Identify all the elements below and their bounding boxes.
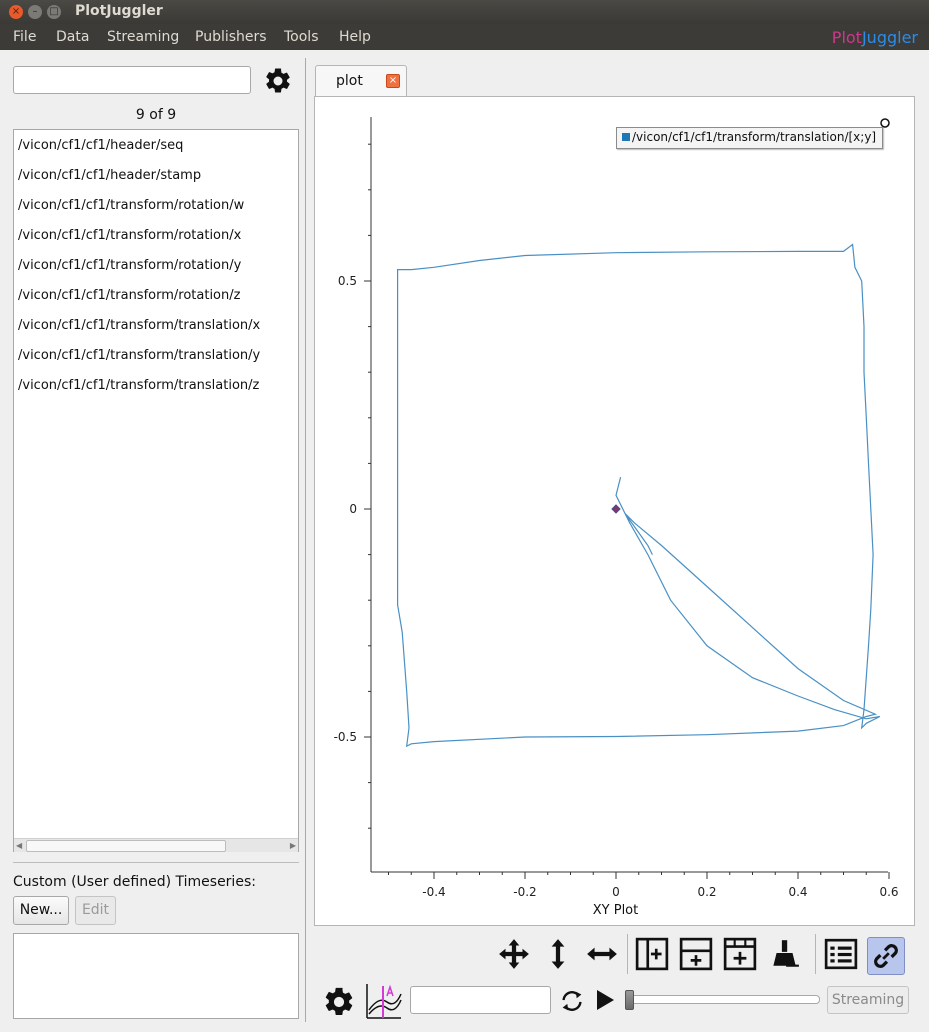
settings-gear-icon[interactable] [263,66,293,96]
series-count: 9 of 9 [135,107,177,123]
pan-move-icon[interactable] [497,937,531,971]
zoom-vertical-icon[interactable] [541,937,575,971]
x-tick-label: -0.4 [422,885,445,899]
zoom-horizontal-icon[interactable] [585,937,619,971]
loop-refresh-icon[interactable] [557,986,587,1016]
window-close-button[interactable]: × [9,5,23,19]
series-trajectory-line [397,243,881,748]
x-tick-label: 0 [612,885,620,899]
add-tab-icon[interactable] [723,937,757,971]
x-axis-label: XY Plot [592,903,639,918]
list-item[interactable]: /vicon/cf1/cf1/header/seq [18,138,183,153]
split-horizontal-icon[interactable] [679,937,713,971]
y-tick-label: 0.5 [338,274,357,288]
x-tick-label: 0.2 [697,885,716,899]
x-tick-label: 0.4 [788,885,807,899]
tab-label: plot [336,73,363,89]
scroll-left-icon[interactable]: ◀ [16,839,22,852]
window-maximize-button[interactable]: □ [47,5,61,19]
menu-publishers[interactable]: Publishers [195,29,267,45]
list-item[interactable]: /vicon/cf1/cf1/transform/rotation/w [18,198,244,213]
window-title: PlotJuggler [75,3,163,19]
divider [13,862,299,863]
list-item[interactable]: /vicon/cf1/cf1/transform/translation/y [18,348,260,363]
plot-area[interactable]: -0.5 0 0.5 -0.4 -0.2 0 0.2 0.4 0.6 /vicon/cf1/cf… [314,96,915,926]
scrollbar-thumb[interactable] [26,840,226,852]
menu-data[interactable]: Data [56,29,89,45]
timeseries-search-input[interactable] [13,66,251,94]
list-item[interactable]: /vicon/cf1/cf1/transform/rotation/y [18,258,241,273]
scroll-right-icon[interactable]: ▶ [290,839,296,852]
current-position-marker [611,504,621,514]
plot-legend[interactable]: /vicon/cf1/cf1/transform/translation/[x;… [616,127,884,149]
streaming-button[interactable]: Streaming [827,986,909,1014]
toolbar-separator [815,934,816,974]
list-item[interactable]: /vicon/cf1/cf1/header/stamp [18,168,201,183]
menu-bar: File Data Streaming Publishers Tools Hel… [0,24,929,50]
link-axes-button[interactable] [867,937,905,975]
legend-label: /vicon/cf1/cf1/transform/translation/[x;… [632,130,877,144]
list-item[interactable]: /vicon/cf1/cf1/transform/translation/z [18,378,259,393]
split-vertical-icon[interactable] [635,937,669,971]
list-item[interactable]: /vicon/cf1/cf1/transform/rotation/z [18,288,240,303]
list-item[interactable]: /vicon/cf1/cf1/transform/rotation/x [18,228,241,243]
y-tick-label: -0.5 [334,730,357,744]
tab-plot[interactable]: plot × [315,65,407,97]
time-tracker-icon[interactable] [365,982,403,1020]
xy-plot-canvas[interactable]: -0.5 0 0.5 -0.4 -0.2 0 0.2 0.4 0.6 [315,97,914,925]
x-tick-label: 0.6 [879,885,898,899]
menu-file[interactable]: File [13,29,36,45]
plotjuggler-logo: PlotJuggler [831,28,918,47]
link-chain-icon [874,944,898,968]
title-bar: × – □ PlotJuggler [0,0,929,24]
tab-close-icon[interactable]: × [386,74,400,88]
menu-streaming[interactable]: Streaming [107,29,179,45]
custom-timeseries-list[interactable] [13,933,299,1019]
time-slider[interactable] [627,995,820,1004]
timeseries-list[interactable]: /vicon/cf1/cf1/header/seq /vicon/cf1/cf1… [13,129,299,852]
menu-help[interactable]: Help [339,29,371,45]
window-minimize-button[interactable]: – [28,5,42,19]
legend-toggle-circle-icon [880,118,890,128]
custom-timeseries-label: Custom (User defined) Timeseries: [13,874,256,890]
list-item[interactable]: /vicon/cf1/cf1/transform/translation/x [18,318,260,333]
playback-settings-gear-icon[interactable] [322,985,356,1019]
toolbar-separator [627,934,628,974]
new-custom-series-button[interactable]: New... [13,896,69,925]
x-tick-label: -0.2 [513,885,536,899]
time-slider-handle[interactable] [625,990,634,1010]
edit-custom-series-button[interactable]: Edit [75,896,116,925]
time-value-input[interactable] [410,986,551,1014]
y-tick-label: 0 [349,502,357,516]
legend-list-icon[interactable] [824,937,858,971]
panel-splitter[interactable] [305,58,306,1022]
play-icon[interactable] [593,988,617,1012]
list-horizontal-scrollbar[interactable]: ◀ ▶ [14,838,298,852]
menu-tools[interactable]: Tools [284,29,319,45]
clear-broom-icon[interactable] [767,937,801,971]
legend-swatch [622,133,630,141]
